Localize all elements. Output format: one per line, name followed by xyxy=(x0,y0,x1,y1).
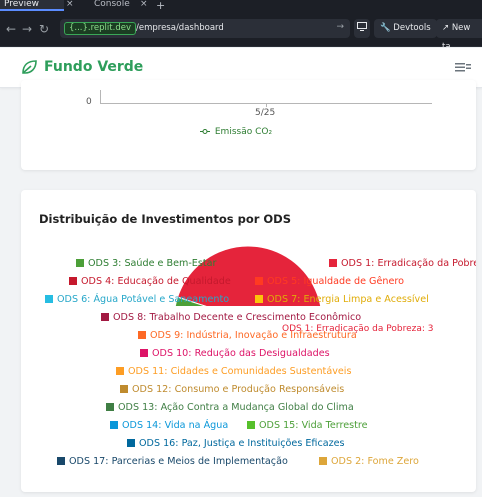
close-tab-icon[interactable]: × xyxy=(140,0,148,9)
external-link-icon: ↗ xyxy=(442,23,450,33)
back-arrow-icon[interactable]: ← xyxy=(6,22,16,36)
address-field[interactable]: {...}.replit.dev /empresa/dashboard → xyxy=(60,19,350,38)
legend-item[interactable]: ODS 10: Redução das Desigualdades xyxy=(140,348,330,360)
legend-swatch xyxy=(110,421,118,429)
legend-item[interactable]: ODS 8: Trabalho Decente e Crescimento Ec… xyxy=(101,312,361,324)
legend-label: ODS 16: Paz, Justiça e Instituições Efic… xyxy=(139,438,345,449)
legend-label: ODS 1: Erradicação da Pobreza xyxy=(341,258,476,269)
legend-swatch xyxy=(255,295,263,303)
go-arrow-icon[interactable]: → xyxy=(336,22,344,32)
legend-label: ODS 8: Trabalho Decente e Crescimento Ec… xyxy=(113,312,362,323)
tab-console[interactable]: Console xyxy=(80,0,130,11)
browser-url-bar: ← → ↻ {...}.replit.dev /empresa/dashboar… xyxy=(0,11,482,52)
legend-swatch xyxy=(127,439,135,447)
y-tick-label: 0 xyxy=(86,97,92,107)
wrench-icon: 🔧 xyxy=(380,23,391,33)
legend-label: ODS 12: Consumo e Produção Responsáveis xyxy=(132,384,345,395)
legend-label: ODS 11: Cidades e Comunidades Sustentáve… xyxy=(128,366,352,377)
legend-item[interactable]: ODS 17: Parcerias e Meios de Implementaç… xyxy=(57,456,288,468)
legend-swatch xyxy=(69,277,77,285)
screen-icon[interactable] xyxy=(354,19,370,38)
legend-item[interactable]: ODS 11: Cidades e Comunidades Sustentáve… xyxy=(116,366,351,378)
legend-swatch xyxy=(106,403,114,411)
legend-item[interactable]: ODS 7: Energia Limpa e Acessível xyxy=(255,294,429,306)
legend-swatch xyxy=(140,349,148,357)
url-path: /empresa/dashboard xyxy=(136,23,224,33)
investment-card: Distribuição de Investimentos por ODS OD… xyxy=(21,190,476,492)
legend-swatch xyxy=(45,295,53,303)
legend-swatch xyxy=(247,421,255,429)
legend-swatch xyxy=(57,457,65,465)
brand-name[interactable]: Fundo Verde xyxy=(44,59,143,75)
legend-label: ODS 4: Educação de Qualidade xyxy=(81,276,231,287)
devtools-label: Devtools xyxy=(393,23,431,33)
tab-preview-label: Preview xyxy=(4,0,40,9)
x-tick-label: 5/25 xyxy=(255,108,276,118)
tab-console-label: Console xyxy=(94,0,130,9)
legend-swatch xyxy=(116,367,124,375)
legend-swatch xyxy=(255,277,263,285)
legend-swatch xyxy=(76,259,84,267)
domain-chip[interactable]: {...}.replit.dev xyxy=(64,22,136,35)
close-tab-icon[interactable]: × xyxy=(66,0,74,9)
emission-chart-card xyxy=(21,80,476,170)
legend-swatch xyxy=(101,313,109,321)
legend-item[interactable]: ODS 14: Vida na Água xyxy=(110,420,228,432)
legend-item[interactable]: ODS 12: Consumo e Produção Responsáveis xyxy=(120,384,344,396)
tab-preview[interactable]: Preview xyxy=(0,0,64,11)
legend-item[interactable]: ODS 15: Vida Terrestre xyxy=(247,420,368,432)
legend-item[interactable]: ODS 1: Erradicação da Pobreza xyxy=(329,258,476,270)
legend-item[interactable]: ODS 4: Educação de Qualidade xyxy=(69,276,231,288)
legend-label: ODS 7: Energia Limpa e Acessível xyxy=(267,294,429,305)
investment-card-title: Distribuição de Investimentos por ODS xyxy=(39,212,291,226)
legend-label: ODS 3: Saúde e Bem-Estar xyxy=(88,258,217,269)
chart-y-axis xyxy=(100,90,101,104)
legend-item[interactable]: ODS 6: Água Potável e Saneamento xyxy=(45,294,229,306)
legend-swatch xyxy=(138,331,146,339)
legend-label: ODS 6: Água Potável e Saneamento xyxy=(57,294,230,305)
leaf-icon xyxy=(22,60,37,74)
legend-label: ODS 14: Vida na Água xyxy=(122,420,229,431)
browser-tab-bar: Preview × Console × + xyxy=(0,0,482,12)
legend-item[interactable]: ODS 13: Ação Contra a Mudança Global do … xyxy=(106,402,354,414)
legend-label: ODS 17: Parcerias e Meios de Implementaç… xyxy=(69,456,288,467)
reload-icon[interactable]: ↻ xyxy=(39,22,49,36)
hamburger-menu-icon[interactable] xyxy=(455,60,471,74)
chart-x-tick xyxy=(266,103,267,107)
emission-legend[interactable]: Emissão CO₂ xyxy=(200,127,272,137)
legend-swatch xyxy=(319,457,327,465)
legend-swatch xyxy=(329,259,337,267)
legend-item[interactable]: ODS 3: Saúde e Bem-Estar xyxy=(76,258,216,270)
legend-swatch xyxy=(120,385,128,393)
emission-legend-label: Emissão CO₂ xyxy=(214,127,273,137)
legend-label: ODS 5: Igualdade de Gênero xyxy=(267,276,404,287)
legend-label: ODS 13: Ação Contra a Mudança Global do … xyxy=(118,402,354,413)
legend-item[interactable]: ODS 2: Fome Zero xyxy=(319,456,419,468)
pie-slice-data-label: ODS 1: Erradicação da Pobreza: 3 xyxy=(282,324,434,334)
forward-arrow-icon[interactable]: → xyxy=(22,22,32,36)
devtools-button[interactable]: 🔧 Devtools xyxy=(374,19,437,38)
legend-item[interactable]: ODS 16: Paz, Justiça e Instituições Efic… xyxy=(127,438,345,450)
legend-item[interactable]: ODS 5: Igualdade de Gênero xyxy=(255,276,404,288)
legend-label: ODS 2: Fome Zero xyxy=(331,456,419,467)
legend-label: ODS 10: Redução das Desigualdades xyxy=(152,348,330,359)
new-tab-button[interactable]: ↗ New ta xyxy=(436,19,482,52)
legend-line-marker-icon xyxy=(200,129,210,134)
legend-label: ODS 15: Vida Terrestre xyxy=(259,420,368,431)
